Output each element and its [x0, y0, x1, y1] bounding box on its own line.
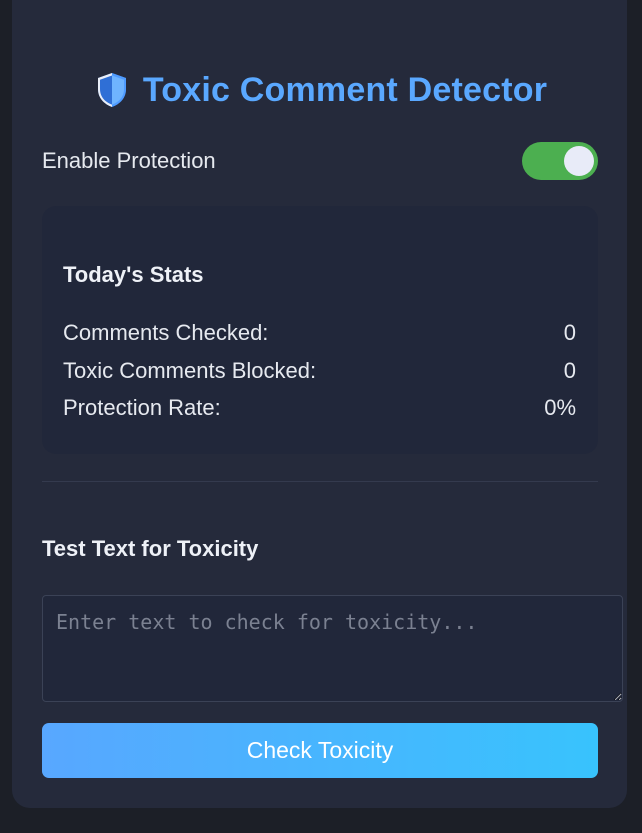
- test-text-input[interactable]: [42, 595, 623, 702]
- stats-title: Today's Stats: [63, 262, 204, 287]
- stat-value: 0%: [544, 395, 576, 420]
- toggle-knob: [564, 146, 594, 176]
- stat-value: 0: [563, 358, 576, 383]
- test-section-title: Test Text for Toxicity: [42, 536, 259, 561]
- stat-label: Protection Rate:: [63, 395, 221, 420]
- protection-toggle[interactable]: [522, 142, 598, 180]
- section-divider: [42, 481, 598, 482]
- protection-toggle-label: Enable Protection: [42, 148, 216, 173]
- stat-label: Comments Checked:: [63, 320, 269, 345]
- page-title: Toxic Comment Detector: [142, 70, 548, 109]
- shield-icon: [95, 71, 129, 109]
- stat-row-protection-rate: Protection Rate: 0%: [63, 395, 576, 421]
- stat-value: 0: [563, 320, 576, 345]
- protection-toggle-row: Enable Protection: [42, 142, 598, 180]
- stats-card: Today's Stats Comments Checked: 0 Toxic …: [42, 206, 598, 454]
- check-toxicity-button[interactable]: Check Toxicity: [42, 723, 598, 778]
- stat-row-toxic-blocked: Toxic Comments Blocked: 0: [63, 358, 576, 384]
- stat-label: Toxic Comments Blocked:: [63, 358, 317, 383]
- header: Toxic Comment Detector: [0, 68, 642, 112]
- stat-row-comments-checked: Comments Checked: 0: [63, 320, 576, 346]
